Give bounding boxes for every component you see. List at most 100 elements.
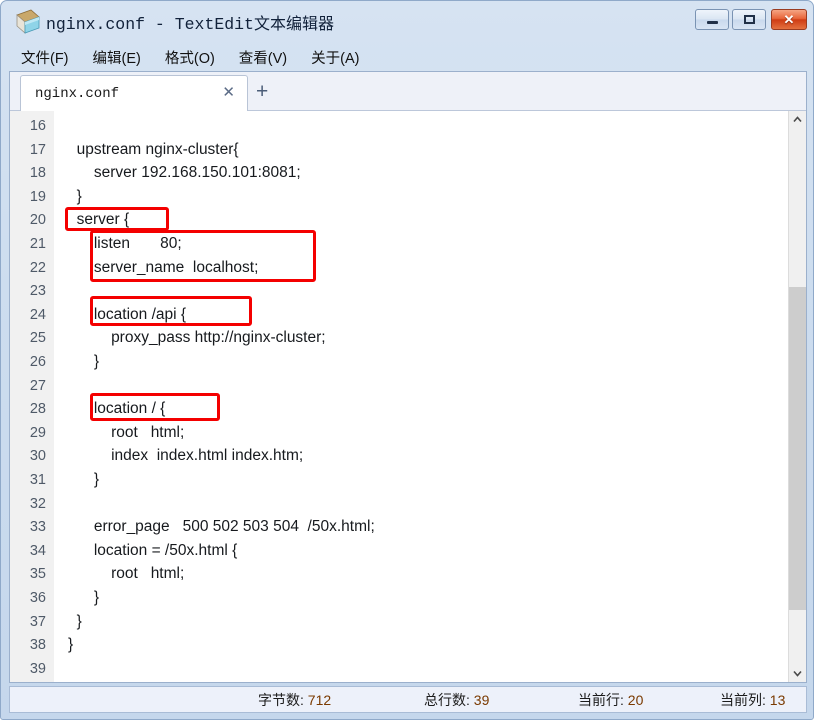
code-line-text: server 192.168.150.101:8081;	[68, 164, 301, 182]
code-line: 30 index index.html index.htm;	[10, 446, 790, 470]
line-number: 33	[29, 519, 46, 536]
line-number: 23	[29, 283, 46, 300]
vertical-scrollbar[interactable]	[788, 111, 806, 682]
status-byte-count: 字节数: 712	[258, 690, 331, 710]
code-line: 33 error_page 500 502 503 504 /50x.html;	[10, 517, 790, 541]
code-line: 28 location / {	[10, 399, 790, 423]
tab-label: nginx.conf	[35, 86, 120, 102]
maximize-icon	[733, 10, 765, 29]
code-line: 32	[10, 494, 790, 518]
status-current-line-label: 当前行:	[578, 691, 628, 708]
code-line: 37 }	[10, 612, 790, 636]
minimize-icon	[696, 10, 728, 29]
code-line: 20 server {	[10, 210, 790, 234]
code-line: 29 root html;	[10, 423, 790, 447]
code-line-text: }	[68, 471, 100, 488]
title-appname-cjk: 文本编辑器	[253, 16, 334, 33]
line-number: 26	[29, 354, 46, 370]
code-editor[interactable]: 16 17 upstream nginx-cluster{18 server 19…	[10, 111, 806, 682]
code-line: 39	[10, 659, 790, 682]
code-line: 35 root html;	[10, 564, 790, 588]
new-tab-icon[interactable]: +	[256, 81, 268, 102]
code-line: 36 }	[10, 588, 790, 612]
code-line-text: proxy_pass http://nginx-cluster;	[68, 329, 326, 347]
menu-bar: 文件(F) 编辑(E) 格式(O) 查看(V) 关于(A)	[1, 43, 814, 71]
tab-strip: nginx.conf ✕ +	[10, 72, 806, 112]
line-number: 31	[29, 472, 46, 488]
code-line-text: root html;	[68, 423, 185, 441]
status-current-column-value: 13	[769, 691, 786, 708]
title-bar: nginx.conf - TextEdit文本编辑器 ✕	[1, 1, 814, 43]
status-total-lines: 总行数: 39	[424, 690, 489, 710]
title-filename: nginx.conf	[46, 15, 146, 34]
line-number: 18	[29, 165, 46, 182]
line-number: 16	[29, 118, 46, 134]
tab-close-icon[interactable]: ✕	[222, 85, 235, 100]
line-number: 28	[29, 401, 46, 418]
code-line-text: server_name localhost;	[68, 258, 259, 276]
line-number: 24	[29, 306, 46, 323]
close-button[interactable]: ✕	[771, 9, 807, 30]
status-byte-count-label: 字节数:	[258, 691, 308, 708]
line-number: 36	[29, 590, 46, 606]
status-bar: 字节数: 712 总行数: 39 当前行: 20 当前列: 13	[9, 686, 807, 713]
code-line-text: }	[68, 187, 82, 205]
line-number: 19	[29, 188, 46, 205]
code-line: 19 }	[10, 187, 790, 211]
status-current-line-value: 20	[627, 691, 644, 708]
code-line: 23	[10, 281, 790, 305]
code-line: 26 }	[10, 352, 790, 376]
line-number: 25	[29, 330, 46, 347]
status-total-lines-value: 39	[473, 691, 490, 708]
code-line-text: index index.html index.htm;	[68, 447, 304, 465]
code-line: 31 }	[10, 470, 790, 494]
minimize-button[interactable]	[695, 9, 729, 30]
line-number: 22	[29, 259, 46, 276]
menu-view[interactable]: 查看(V)	[239, 47, 287, 68]
status-total-lines-label: 总行数:	[424, 691, 474, 708]
line-number: 29	[29, 424, 46, 441]
code-line: 21 listen 80;	[10, 234, 790, 258]
line-number: 35	[29, 566, 46, 583]
status-current-line: 当前行: 20	[578, 690, 643, 710]
client-area: nginx.conf ✕ + 16 17 upstream nginx-clust…	[9, 71, 807, 683]
code-line-text: location = /50x.html {	[68, 541, 238, 559]
notepad-icon	[16, 9, 40, 34]
menu-format[interactable]: 格式(O)	[165, 47, 215, 68]
code-line: 38}	[10, 635, 790, 659]
menu-file[interactable]: 文件(F)	[21, 47, 69, 68]
tab-nginx-conf[interactable]: nginx.conf ✕	[20, 75, 248, 112]
line-number: 39	[29, 660, 46, 677]
code-line-text: error_page 500 502 503 504 /50x.html;	[68, 518, 375, 536]
code-line: 25 proxy_pass http://nginx-cluster;	[10, 328, 790, 352]
scrollbar-thumb[interactable]	[789, 287, 806, 610]
application-window: nginx.conf - TextEdit文本编辑器 ✕ 文件(F) 编辑(E)…	[0, 0, 814, 720]
code-line-text: }	[68, 612, 82, 630]
line-number: 17	[29, 141, 46, 158]
code-line: 24 location /api {	[10, 305, 790, 329]
code-line: 27	[10, 376, 790, 400]
line-number: 32	[29, 495, 46, 512]
scroll-up-icon[interactable]	[789, 111, 806, 128]
line-number: 38	[29, 637, 46, 654]
status-current-column: 当前列: 13	[720, 690, 785, 710]
code-line-text: }	[68, 636, 74, 654]
title-appname: TextEdit	[174, 15, 254, 34]
line-number: 20	[29, 212, 46, 229]
code-line-text: listen 80;	[68, 235, 182, 252]
menu-edit[interactable]: 编辑(E)	[93, 47, 141, 68]
maximize-button[interactable]	[732, 9, 766, 30]
line-number: 37	[29, 613, 46, 630]
code-line-text: root html;	[68, 565, 185, 583]
line-number: 27	[29, 377, 46, 394]
title-separator: -	[145, 15, 175, 34]
scroll-down-icon[interactable]	[789, 665, 806, 682]
code-line: 16	[10, 116, 790, 140]
status-current-column-label: 当前列:	[720, 691, 770, 708]
line-number: 34	[29, 542, 46, 559]
code-line-text: location /api {	[68, 305, 187, 323]
code-line-text: }	[68, 589, 100, 606]
code-line-text: server {	[68, 211, 130, 229]
menu-about[interactable]: 关于(A)	[311, 47, 359, 68]
line-number: 21	[29, 236, 46, 252]
